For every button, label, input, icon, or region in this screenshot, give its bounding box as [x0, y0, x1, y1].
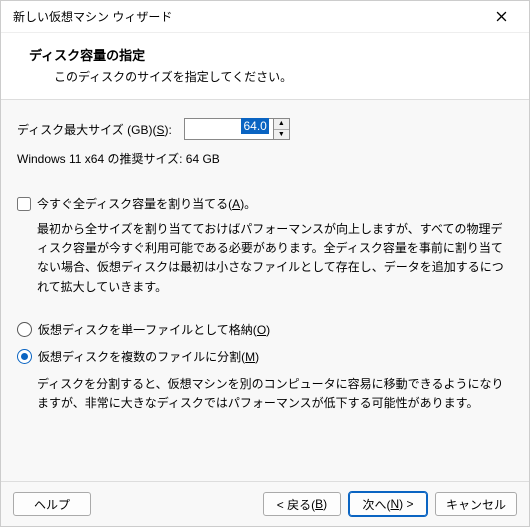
disk-size-spinner: ▲ ▼ [274, 118, 290, 140]
spin-down-button[interactable]: ▼ [274, 130, 289, 140]
split-single-row: 仮想ディスクを単一ファイルとして格納(O) [17, 321, 513, 338]
help-button[interactable]: ヘルプ [13, 492, 91, 516]
split-single-label[interactable]: 仮想ディスクを単一ファイルとして格納(O) [38, 321, 270, 338]
allocate-now-row: 今すぐ全ディスク容量を割り当てる(A)。 [17, 195, 513, 212]
cancel-button[interactable]: キャンセル [435, 492, 517, 516]
disk-size-row: ディスク最大サイズ (GB)(S): 64.0 ▲ ▼ [17, 118, 513, 140]
split-multi-radio[interactable] [17, 349, 32, 364]
recommended-size-text: Windows 11 x64 の推奨サイズ: 64 GB [17, 150, 513, 167]
back-button[interactable]: < 戻る(B) [263, 492, 341, 516]
split-description: ディスクを分割すると、仮想マシンを別のコンピュータに容易に移動できるようになりま… [37, 375, 513, 413]
spin-up-button[interactable]: ▲ [274, 119, 289, 130]
close-button[interactable] [481, 3, 521, 31]
split-single-radio[interactable] [17, 322, 32, 337]
split-radio-group: 仮想ディスクを単一ファイルとして格納(O) 仮想ディスクを複数のファイルに分割(… [17, 321, 513, 365]
split-multi-label[interactable]: 仮想ディスクを複数のファイルに分割(M) [38, 348, 259, 365]
header-subtitle: このディスクのサイズを指定してください。 [54, 68, 509, 85]
wizard-footer: ヘルプ < 戻る(B) 次へ(N) > キャンセル [1, 481, 529, 526]
disk-size-input[interactable]: 64.0 [184, 118, 274, 140]
window-title: 新しい仮想マシン ウィザード [13, 8, 172, 25]
allocate-now-label[interactable]: 今すぐ全ディスク容量を割り当てる(A)。 [37, 195, 256, 212]
split-multi-row: 仮想ディスクを複数のファイルに分割(M) [17, 348, 513, 365]
header-title: ディスク容量の指定 [29, 45, 509, 64]
disk-size-input-wrap: 64.0 ▲ ▼ [184, 118, 290, 140]
titlebar: 新しい仮想マシン ウィザード [1, 1, 529, 33]
close-icon [496, 11, 507, 22]
allocate-now-description: 最初から全サイズを割り当てておけばパフォーマンスが向上しますが、すべての物理ディ… [37, 220, 513, 297]
disk-size-label: ディスク最大サイズ (GB)(S): [17, 121, 172, 138]
allocate-now-checkbox[interactable] [17, 197, 31, 211]
wizard-header: ディスク容量の指定 このディスクのサイズを指定してください。 [1, 33, 529, 100]
next-button[interactable]: 次へ(N) > [349, 492, 427, 516]
wizard-content: ディスク最大サイズ (GB)(S): 64.0 ▲ ▼ Windows 11 x… [1, 100, 529, 481]
